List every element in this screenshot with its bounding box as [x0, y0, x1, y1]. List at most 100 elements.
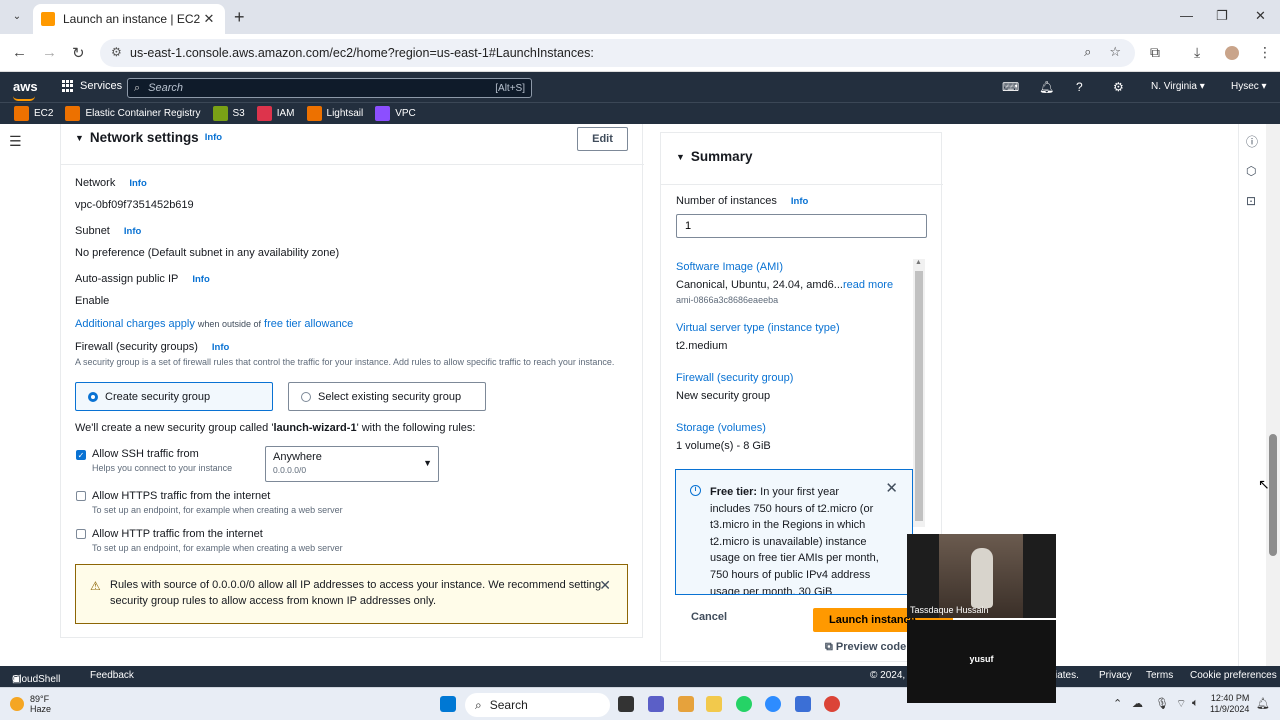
dismiss-warning-icon[interactable]: ✕	[599, 577, 611, 593]
info-link[interactable]: Info	[791, 196, 808, 207]
profile-avatar[interactable]	[1225, 46, 1239, 60]
ssh-checkbox[interactable]: ✓	[76, 450, 86, 460]
create-security-group-option[interactable]: Create security group	[75, 382, 273, 411]
file-explorer-icon[interactable]	[706, 696, 722, 712]
aws-logo[interactable]: aws	[13, 79, 38, 101]
browser-tab[interactable]: Launch an instance | EC2 | us-e ✕	[33, 4, 225, 34]
help-panel-icon[interactable]: ⬡	[1246, 164, 1256, 178]
collapse-caret-icon[interactable]: ▼	[676, 152, 685, 162]
video-tile-presenter[interactable]: Tassdaque Hussain	[907, 534, 1056, 618]
scroll-up-icon[interactable]: ▲	[915, 259, 922, 266]
info-link[interactable]: Info	[192, 274, 209, 285]
info-link[interactable]: Info	[212, 342, 229, 353]
notification-bell-icon[interactable]: 🔔︎	[1256, 697, 1270, 710]
site-info-icon[interactable]: ⚙	[111, 45, 122, 59]
favorite-s3[interactable]: S3	[212, 106, 245, 121]
teams-icon[interactable]	[648, 696, 664, 712]
windows-start-icon[interactable]	[440, 696, 456, 712]
info-link[interactable]: Info	[124, 226, 141, 237]
zoom-app-icon[interactable]	[765, 696, 781, 712]
privacy-link[interactable]: Privacy	[1099, 670, 1132, 681]
tutorial-panel-icon[interactable]: ⊡	[1246, 194, 1256, 208]
cancel-button[interactable]: Cancel	[691, 611, 727, 623]
number-of-instances-input[interactable]	[676, 214, 927, 238]
whatsapp-icon[interactable]	[736, 696, 752, 712]
feedback-link[interactable]: Feedback	[90, 670, 134, 681]
volume-icon[interactable]: 🔈︎	[1192, 697, 1199, 710]
favorite-vpc[interactable]: VPC	[375, 106, 416, 121]
taskbar-search[interactable]: ⌕ Search	[465, 693, 610, 717]
summary-scrollbar[interactable]: ▲	[913, 259, 925, 527]
extensions-icon[interactable]: ⧉	[1150, 44, 1160, 61]
help-icon[interactable]: ?	[1076, 80, 1083, 94]
forward-icon[interactable]: →	[42, 44, 57, 61]
account-menu[interactable]: Hysec ▾	[1231, 81, 1267, 92]
reload-icon[interactable]: ↻	[72, 44, 85, 62]
firewall-link[interactable]: Firewall (security group)	[676, 372, 793, 384]
hamburger-menu-icon[interactable]: ☰	[9, 133, 22, 150]
download-icon[interactable]: ⤓	[1194, 44, 1200, 61]
info-link[interactable]: Info	[205, 132, 222, 143]
aws-search-box[interactable]: ⌕ [Alt+S]	[127, 78, 532, 98]
new-tab-icon[interactable]: +	[234, 7, 245, 28]
window-close-icon[interactable]: ✕	[1255, 8, 1266, 24]
onedrive-icon[interactable]: ☁	[1132, 697, 1143, 710]
search-icon: ⌕	[475, 697, 482, 712]
zoom-icon[interactable]: ⌕	[1084, 44, 1091, 60]
favorite-ec2[interactable]: EC2	[14, 106, 53, 121]
page-scrollbar[interactable]	[1266, 124, 1280, 666]
restore-icon[interactable]: ❐	[1216, 8, 1228, 24]
services-menu[interactable]: Services	[62, 80, 122, 92]
select-existing-security-group-option[interactable]: Select existing security group	[288, 382, 486, 411]
instance-type-link[interactable]: Virtual server type (instance type)	[676, 322, 840, 334]
chrome-icon[interactable]	[824, 696, 840, 712]
notifications-bell-icon[interactable]: 🔔︎	[1039, 80, 1054, 94]
wifi-icon[interactable]: ⌔	[1176, 697, 1186, 711]
favorite-ecr[interactable]: Elastic Container Registry	[65, 106, 201, 121]
back-icon[interactable]: ←	[12, 44, 27, 61]
collapse-caret-icon[interactable]: ▼	[75, 133, 84, 143]
task-view-icon[interactable]	[618, 696, 634, 712]
favorite-lightsail[interactable]: Lightsail	[306, 106, 363, 121]
cloudshell-icon[interactable]: ⌨	[1002, 80, 1019, 94]
ami-link[interactable]: Software Image (AMI)	[676, 261, 783, 273]
scroll-thumb[interactable]	[915, 271, 923, 521]
ssh-source-select[interactable]: Anywhere 0.0.0.0/0 ▼	[265, 446, 439, 482]
url-field[interactable]: ⚙ us-east-1.console.aws.amazon.com/ec2/h…	[100, 39, 1135, 67]
weather-widget[interactable]: 89°F Haze	[10, 694, 51, 714]
storage-link[interactable]: Storage (volumes)	[676, 422, 766, 434]
microphone-icon[interactable]: 🎙︎	[1155, 697, 1169, 710]
cookie-preferences-link[interactable]: Cookie preferences	[1190, 670, 1277, 681]
free-tier-allowance-link[interactable]: free tier allowance	[264, 318, 353, 330]
dismiss-free-tier-icon[interactable]: ✕	[885, 480, 898, 498]
network-settings-header[interactable]: ▼ Network settings Info	[75, 130, 222, 145]
http-checkbox[interactable]	[76, 529, 86, 539]
region-selector[interactable]: N. Virginia ▾	[1151, 81, 1205, 92]
notepad-icon[interactable]	[795, 696, 811, 712]
summary-header[interactable]: ▼ Summary	[676, 149, 752, 164]
page-scroll-thumb[interactable]	[1269, 434, 1277, 556]
public-ip-label: Auto-assign public IP Info	[75, 273, 210, 285]
preview-code-button[interactable]: ⧉ Preview code	[825, 641, 906, 654]
terms-link[interactable]: Terms	[1146, 670, 1173, 681]
copilot-icon[interactable]	[678, 696, 694, 712]
info-link[interactable]: Info	[129, 178, 146, 189]
minimize-icon[interactable]: —	[1180, 8, 1193, 23]
favorite-iam[interactable]: IAM	[256, 106, 295, 121]
info-panel-icon[interactable]: ⓘ	[1246, 133, 1258, 150]
video-tile-participant[interactable]: yusuf	[907, 620, 1056, 703]
https-checkbox[interactable]	[76, 491, 86, 501]
services-label: Services	[80, 80, 123, 92]
additional-charges-link[interactable]: Additional charges apply	[75, 318, 195, 330]
edit-button[interactable]: Edit	[577, 127, 628, 151]
tab-search-chevron-icon[interactable]: ⌄	[8, 8, 26, 26]
system-clock[interactable]: 12:40 PM 11/9/2024	[1210, 693, 1249, 715]
read-more-link[interactable]: read more	[843, 279, 893, 291]
ec2-icon	[14, 106, 29, 121]
settings-gear-icon[interactable]: ⚙	[1113, 80, 1124, 94]
aws-search-input[interactable]	[148, 82, 496, 94]
tray-chevron-icon[interactable]: ⌃	[1113, 697, 1122, 710]
tab-close-icon[interactable]: ✕	[201, 11, 217, 27]
bookmark-star-icon[interactable]: ☆	[1109, 44, 1121, 60]
menu-kebab-icon[interactable]: ⋮	[1258, 44, 1272, 61]
